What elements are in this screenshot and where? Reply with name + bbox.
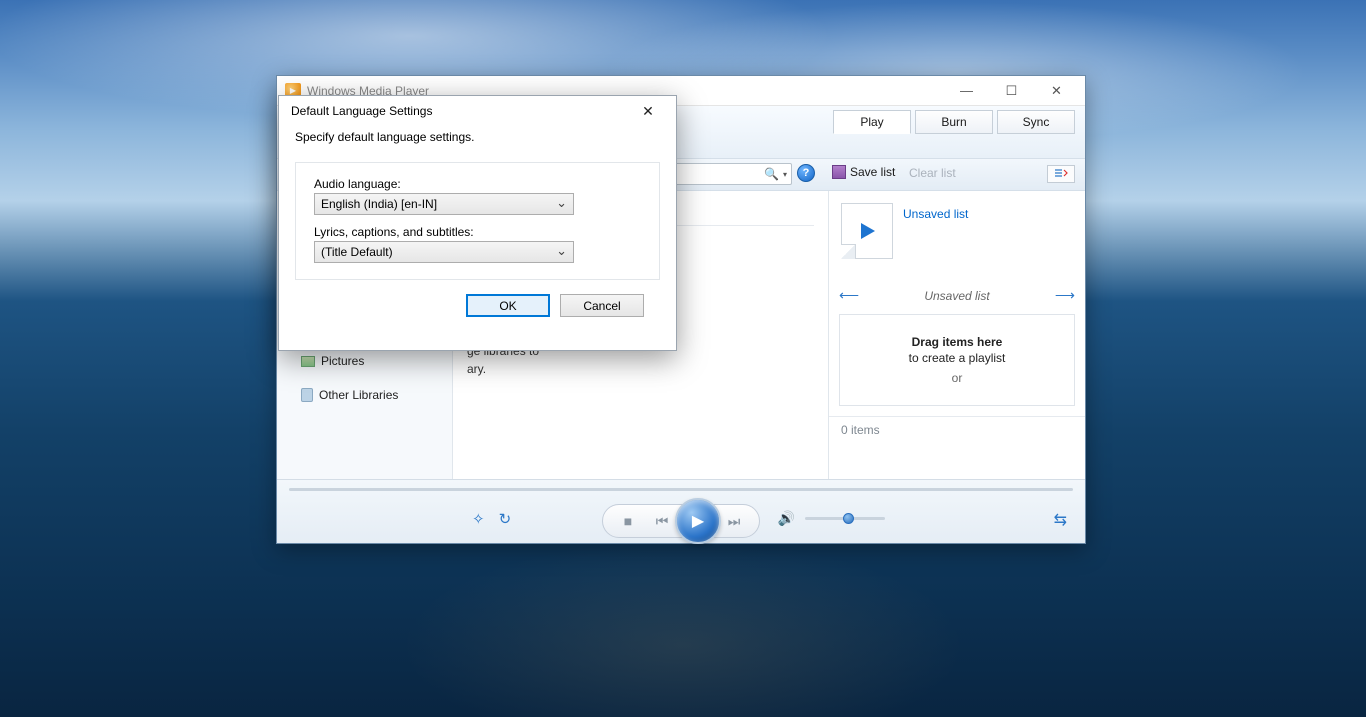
volume-thumb[interactable] [843,513,854,524]
volume-slider[interactable] [805,517,885,520]
playback-bar: ✧ ↻ ■ ⏮ ▶ ⏭ 🔊 ⇆ [277,479,1085,543]
search-drop-icon[interactable]: ▾ [783,170,787,179]
play-button[interactable]: ▶ [675,498,721,544]
drop-subtitle: to create a playlist [848,351,1066,365]
help-button[interactable]: ? [797,164,815,182]
dialog-close-button[interactable]: ✕ [628,97,668,125]
search-icon: 🔍 [764,167,779,181]
previous-button[interactable]: ⏮ [645,506,679,536]
playlist-status: 0 items [829,416,1085,443]
save-list-button[interactable]: Save list [832,165,895,179]
playlist-title-link[interactable]: Unsaved list [903,203,968,259]
nav-label-other-libs: Other Libraries [319,388,398,402]
search-box[interactable]: 🔍 ▾ [672,163,792,185]
drop-or: or [848,371,1066,385]
close-button[interactable]: ✕ [1034,77,1079,105]
dialog-title: Default Language Settings [291,104,628,118]
pictures-icon [301,356,315,367]
dialog-instruction: Specify default language settings. [295,130,660,144]
tab-play[interactable]: Play [833,110,911,134]
dialog-group: Audio language: English (India) [en-IN] … [295,162,660,280]
next-playlist-button[interactable]: ⟶ [1055,287,1075,304]
audio-language-label: Audio language: [314,177,641,191]
list-options-button[interactable] [1047,165,1075,183]
next-button[interactable]: ⏭ [717,506,751,536]
language-settings-dialog: Default Language Settings ✕ Specify defa… [278,95,677,351]
subtitles-label: Lyrics, captions, and subtitles: [314,225,641,239]
playlist-pane: Unsaved list ⟵ Unsaved list ⟶ Drag items… [829,191,1085,479]
tab-sync[interactable]: Sync [997,110,1075,134]
seek-track[interactable] [289,488,1073,491]
repeat-button[interactable]: ↻ [499,510,512,528]
nav-item-other-libraries[interactable]: Other Libraries [283,385,446,405]
shuffle-button[interactable]: ✧ [472,510,485,528]
ok-button[interactable]: OK [466,294,550,317]
save-list-label: Save list [850,165,895,179]
audio-language-value: English (India) [en-IN] [321,197,437,211]
maximize-button[interactable]: ☐ [989,77,1034,105]
mode-tabs: Play Burn Sync [833,110,1075,134]
libraries-icon [301,388,313,402]
mute-button[interactable]: 🔊 [778,510,795,527]
stop-button[interactable]: ■ [611,506,645,536]
playlist-drop-area[interactable]: Drag items here to create a playlist or [839,314,1075,406]
drop-title: Drag items here [848,335,1066,349]
subtitles-value: (Title Default) [321,245,393,259]
cancel-button[interactable]: Cancel [560,294,644,317]
playlist-switcher: ⟵ Unsaved list ⟶ [829,287,1085,304]
switch-to-now-playing-button[interactable]: ⇆ [1054,510,1067,530]
disk-icon [832,165,846,179]
subtitles-combo[interactable]: (Title Default) [314,241,574,263]
nav-label-pictures: Pictures [321,354,364,368]
playlist-thumbnail[interactable] [841,203,893,259]
nav-item-pictures[interactable]: Pictures [283,351,446,371]
play-icon [855,219,879,243]
tab-burn[interactable]: Burn [915,110,993,134]
transport-controls: ■ ⏮ ▶ ⏭ [602,504,760,538]
prev-playlist-button[interactable]: ⟵ [839,287,859,304]
playlist-header: Unsaved list [924,289,989,303]
audio-language-combo[interactable]: English (India) [en-IN] [314,193,574,215]
dialog-titlebar[interactable]: Default Language Settings ✕ [279,96,676,126]
minimize-button[interactable]: — [944,77,989,105]
clear-list-button[interactable]: Clear list [909,166,956,180]
